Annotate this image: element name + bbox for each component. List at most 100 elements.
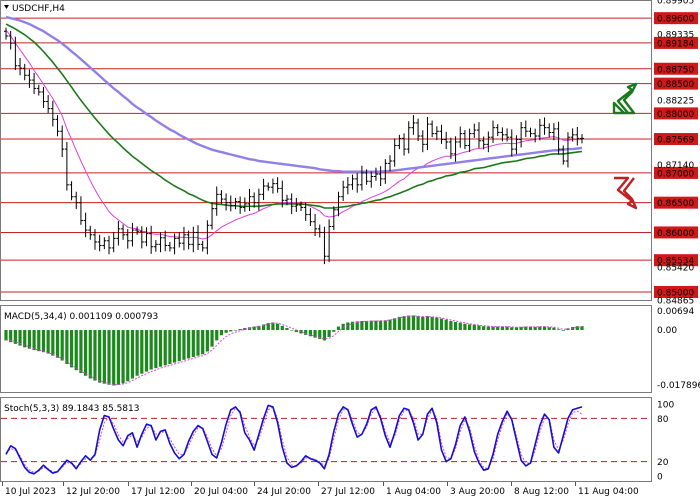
macd-bar — [453, 322, 458, 331]
macd-bar — [458, 322, 462, 331]
macd-bar — [332, 330, 336, 332]
macd-bar — [407, 315, 411, 331]
macd-bar — [463, 323, 467, 331]
macd-bar — [74, 330, 78, 371]
x-tick-label: 8 Aug 12:00 — [514, 487, 569, 497]
macd-bar — [280, 325, 284, 331]
macd-bar — [88, 330, 92, 379]
macd-bar — [37, 330, 41, 352]
macd-bar — [561, 330, 565, 331]
macd-bar — [360, 321, 364, 331]
macd-bar — [510, 327, 514, 331]
macd-bar — [140, 330, 144, 374]
stoch-title: Stoch(5,3,3) 89.1843 85.5813 — [4, 404, 139, 414]
macd-bar — [135, 330, 139, 376]
macd-bar — [121, 330, 125, 384]
macd-bar — [580, 326, 584, 331]
level-label: 0.89600 — [657, 15, 694, 25]
chart-title: USDCHF,H4 — [12, 4, 65, 14]
macd-bar — [51, 330, 55, 356]
macd-bar — [402, 316, 406, 331]
macd-bar — [215, 330, 219, 341]
macd-bar — [98, 330, 102, 383]
macd-bar — [285, 327, 289, 331]
macd-bar — [556, 329, 561, 331]
macd-bar — [416, 316, 420, 331]
level-label: 0.88750 — [657, 65, 694, 75]
level-label: 0.86500 — [657, 199, 694, 209]
macd-bar — [238, 328, 242, 331]
level-label: 0.89184 — [657, 39, 694, 49]
macd-bar — [397, 316, 401, 331]
macd-bar — [229, 330, 233, 332]
macd-bar — [107, 330, 111, 385]
macd-bar — [55, 330, 60, 358]
macd-bar — [126, 330, 130, 382]
price-tick-label: 0.84865 — [657, 297, 694, 307]
x-tick-label: 1 Aug 04:00 — [386, 487, 441, 497]
macd-bar — [4, 330, 8, 341]
macd-bar — [219, 330, 224, 336]
stoch-tick-label: 100 — [657, 401, 674, 411]
macd-bar — [84, 330, 88, 376]
macd-bar — [79, 330, 83, 373]
macd-bar — [158, 330, 163, 367]
macd-bar — [172, 330, 177, 363]
macd-bar — [191, 330, 195, 358]
macd-bar — [32, 330, 36, 351]
macd-bar — [575, 326, 579, 331]
macd-tick-label: -0.017896 — [657, 381, 700, 391]
macd-tick-label: 0.00 — [657, 326, 677, 336]
level-label: 0.86000 — [657, 229, 694, 239]
macd-bar — [276, 323, 280, 331]
macd-bar — [130, 330, 135, 379]
macd-bar — [41, 330, 46, 353]
macd-bar — [177, 330, 181, 362]
macd-bar — [477, 325, 481, 331]
x-tick-label: 11 Aug 04:00 — [578, 487, 639, 497]
level-label: 0.87569 — [657, 136, 694, 146]
macd-bar — [491, 326, 495, 331]
macd-bar — [154, 330, 158, 369]
macd-bar — [168, 330, 172, 364]
macd-bar — [60, 330, 64, 361]
macd-bar — [468, 324, 472, 331]
x-tick-label: 12 Jul 20:00 — [66, 487, 120, 497]
macd-bar — [547, 327, 551, 331]
macd-bar — [290, 330, 294, 331]
chart-svg: 0.89600 0.89184 0.88750 0.88500 0.88000 0.875… — [0, 0, 700, 497]
x-tick-label: 27 Jul 12:00 — [321, 487, 375, 497]
trading-chart: 0.89600 0.89184 0.88750 0.88500 0.88000 0.875… — [0, 0, 700, 500]
macd-bar — [69, 330, 74, 368]
macd-bar — [27, 330, 32, 349]
macd-bar — [336, 326, 341, 331]
macd-bar — [444, 319, 448, 331]
macd-bar — [364, 321, 369, 331]
macd-bar — [144, 330, 149, 372]
macd-bar — [112, 330, 116, 386]
macd-bar — [93, 330, 97, 381]
macd-bar — [65, 330, 69, 364]
macd-bar — [196, 330, 200, 356]
macd-bar — [421, 316, 425, 331]
level-label: 0.88500 — [657, 80, 694, 90]
x-tick-label: 20 Jul 04:00 — [194, 487, 248, 497]
macd-bar — [486, 326, 490, 331]
macd-bar — [393, 318, 397, 331]
macd-bar — [201, 330, 205, 355]
macd-bar — [411, 315, 416, 331]
macd-bar — [205, 330, 209, 352]
x-tick-label: 17 Jul 12:00 — [131, 487, 185, 497]
macd-bar — [327, 330, 331, 337]
macd-bar — [472, 324, 476, 331]
macd-bar — [449, 321, 453, 331]
macd-bar — [102, 330, 106, 384]
macd-bar — [388, 319, 392, 331]
stoch-tick-label: 20 — [657, 458, 669, 468]
macd-bar — [430, 316, 434, 331]
macd-bar — [369, 320, 373, 331]
price-tick-label: 0.87140 — [657, 161, 694, 171]
stoch-tick-label: 80 — [657, 415, 669, 425]
macd-bar — [435, 317, 439, 331]
macd-bar — [149, 330, 153, 370]
